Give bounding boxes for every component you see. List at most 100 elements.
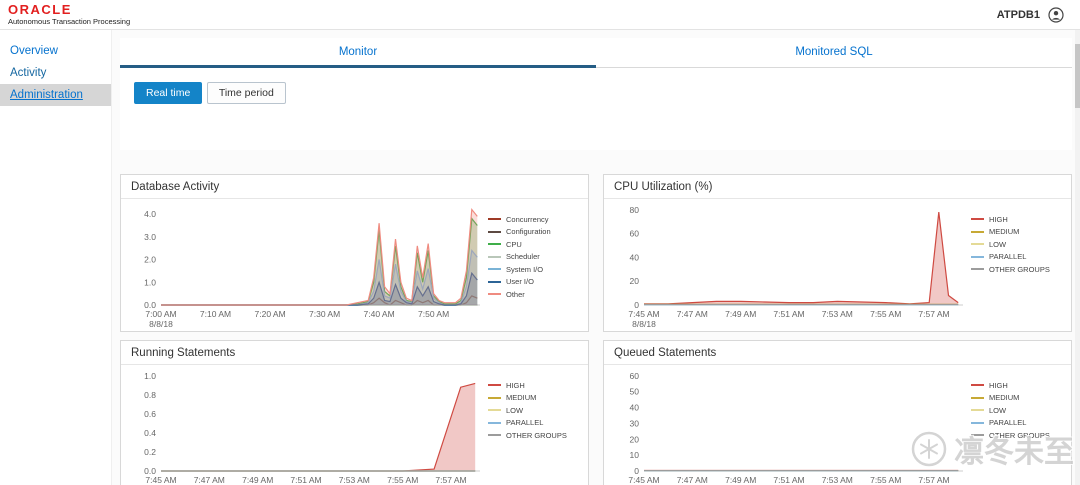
legend-item: OTHER GROUPS [971, 431, 1067, 440]
panel-title: Running Statements [121, 341, 588, 365]
svg-text:50: 50 [630, 387, 640, 397]
legend-swatch [488, 434, 501, 436]
legend-swatch [971, 218, 984, 220]
tab-monitored-sql[interactable]: Monitored SQL [596, 38, 1072, 67]
svg-text:7:53 AM: 7:53 AM [822, 475, 853, 485]
legend-item: MEDIUM [971, 227, 1067, 236]
svg-text:7:49 AM: 7:49 AM [725, 309, 756, 319]
legend-label: LOW [989, 405, 1007, 415]
legend-item: HIGH [971, 215, 1067, 224]
running-statements-chart: 0.00.20.40.60.81.07:45 AM8/8/187:47 AM7:… [121, 365, 588, 485]
legend-swatch [488, 268, 501, 270]
panel-title: CPU Utilization (%) [604, 175, 1071, 199]
legend-item: Configuration [488, 227, 584, 236]
sidebar-item-activity[interactable]: Activity [0, 62, 111, 84]
legend-swatch [971, 384, 984, 386]
legend-item: Other [488, 290, 584, 299]
svg-text:8/8/18: 8/8/18 [632, 319, 656, 329]
svg-text:7:45 AM: 7:45 AM [145, 475, 176, 485]
legend-item: OTHER GROUPS [488, 431, 584, 440]
svg-text:20: 20 [630, 434, 640, 444]
charts-grid: Database Activity 0.0 1.0 2.0 3.0 4.0 7:00 AM… [120, 174, 1072, 485]
legend-item: OTHER GROUPS [971, 265, 1067, 274]
svg-text:7:50 AM: 7:50 AM [418, 309, 449, 319]
legend-label: PARALLEL [989, 252, 1027, 261]
svg-text:40: 40 [630, 403, 640, 413]
chart-svg: 0204060807:45 AM8/8/187:47 AM 7:49 AM 7:51… [628, 205, 963, 329]
panel-queued-statements: Queued Statements 01020304050607:45 AM8/… [603, 340, 1072, 485]
monitor-section: Monitor Monitored SQL Real time Time per… [120, 38, 1072, 150]
time-mode-controls: Real time Time period [120, 68, 1072, 104]
scrollbar[interactable] [1075, 30, 1080, 485]
svg-text:7:00 AM: 7:00 AM [145, 309, 176, 319]
svg-text:40: 40 [630, 252, 640, 262]
legend-label: System I/O [506, 264, 544, 274]
sidebar-item-overview[interactable]: Overview [0, 40, 111, 62]
scrollbar-thumb[interactable] [1075, 44, 1080, 108]
tab-monitor[interactable]: Monitor [120, 38, 596, 68]
svg-text:7:57 AM: 7:57 AM [435, 475, 466, 485]
legend-label: HIGH [989, 214, 1008, 224]
svg-text:1.0: 1.0 [144, 371, 156, 381]
page-layout: Overview Activity Administration Monitor… [0, 30, 1080, 485]
svg-text:0.2: 0.2 [144, 447, 156, 457]
svg-text:4.0: 4.0 [144, 209, 156, 219]
legend-swatch [971, 243, 984, 245]
panel-cpu-utilization: CPU Utilization (%) 0 20 40 60 80 7:45 AM 8/8/… [603, 174, 1072, 332]
legend-item: LOW [971, 406, 1067, 415]
legend-swatch [488, 409, 501, 411]
legend-swatch [488, 230, 501, 233]
legend-item: HIGH [971, 381, 1067, 390]
svg-text:0.8: 0.8 [144, 390, 156, 400]
svg-text:7:40 AM: 7:40 AM [364, 309, 395, 319]
top-spacer [120, 104, 1072, 150]
svg-text:7:49 AM: 7:49 AM [725, 475, 756, 485]
legend-label: HIGH [989, 380, 1008, 390]
svg-text:7:53 AM: 7:53 AM [339, 475, 370, 485]
legend-item: PARALLEL [971, 418, 1067, 427]
svg-text:1.0: 1.0 [144, 277, 156, 287]
legend-label: Concurrency [506, 214, 549, 224]
svg-text:7:51 AM: 7:51 AM [773, 309, 804, 319]
svg-text:10: 10 [630, 450, 640, 460]
legend-item: CPU [488, 240, 584, 249]
legend-item: LOW [971, 240, 1067, 249]
legend-swatch [971, 421, 984, 424]
legend-swatch [488, 280, 501, 283]
chart-plot-area: 0 20 40 60 80 7:45 AM 8/8/18 7:47 AM 7:49 AM 7:51… [608, 199, 971, 331]
svg-text:0.6: 0.6 [144, 409, 156, 419]
legend-label: CPU [506, 239, 522, 249]
time-period-button[interactable]: Time period [206, 82, 286, 104]
sidebar-item-administration[interactable]: Administration [0, 84, 111, 106]
svg-text:7:20 AM: 7:20 AM [255, 309, 286, 319]
legend-swatch [488, 421, 501, 424]
legend-item: MEDIUM [488, 393, 584, 402]
svg-text:7:30 AM: 7:30 AM [309, 309, 340, 319]
real-time-button[interactable]: Real time [134, 82, 203, 104]
svg-text:3.0: 3.0 [144, 232, 156, 242]
chart-plot-area: 01020304050607:45 AM8/8/187:47 AM7:49 AM… [608, 365, 971, 485]
legend-label: MEDIUM [989, 227, 1020, 236]
svg-text:7:51 AM: 7:51 AM [290, 475, 321, 485]
legend-label: Configuration [506, 227, 551, 236]
app-subtitle: Autonomous Transaction Processing [8, 17, 131, 26]
legend-swatch [971, 268, 984, 270]
svg-text:7:57 AM: 7:57 AM [918, 475, 949, 485]
svg-text:60: 60 [630, 229, 640, 239]
legend-label: PARALLEL [989, 418, 1027, 427]
svg-text:30: 30 [630, 418, 640, 428]
svg-text:7:55 AM: 7:55 AM [870, 475, 901, 485]
user-avatar-icon[interactable] [1048, 6, 1064, 23]
queued-statements-chart: 01020304050607:45 AM8/8/187:47 AM7:49 AM… [604, 365, 1071, 485]
chart-svg: 0.00.20.40.60.81.07:45 AM8/8/187:47 AM7:… [144, 371, 480, 485]
chart-plot-area: 0.00.20.40.60.81.07:45 AM8/8/187:47 AM7:… [125, 365, 488, 485]
legend-label: PARALLEL [506, 418, 544, 427]
oracle-logo: ORACLE [8, 2, 72, 17]
legend-swatch [971, 230, 984, 233]
database-name[interactable]: ATPDB1 [997, 9, 1040, 21]
chart-legend: HIGH MEDIUM LOW PARALLEL OTHER GROUPS [488, 365, 584, 485]
legend-swatch [488, 255, 501, 258]
svg-text:7:47 AM: 7:47 AM [194, 475, 225, 485]
legend-item: HIGH [488, 381, 584, 390]
svg-text:7:55 AM: 7:55 AM [387, 475, 418, 485]
